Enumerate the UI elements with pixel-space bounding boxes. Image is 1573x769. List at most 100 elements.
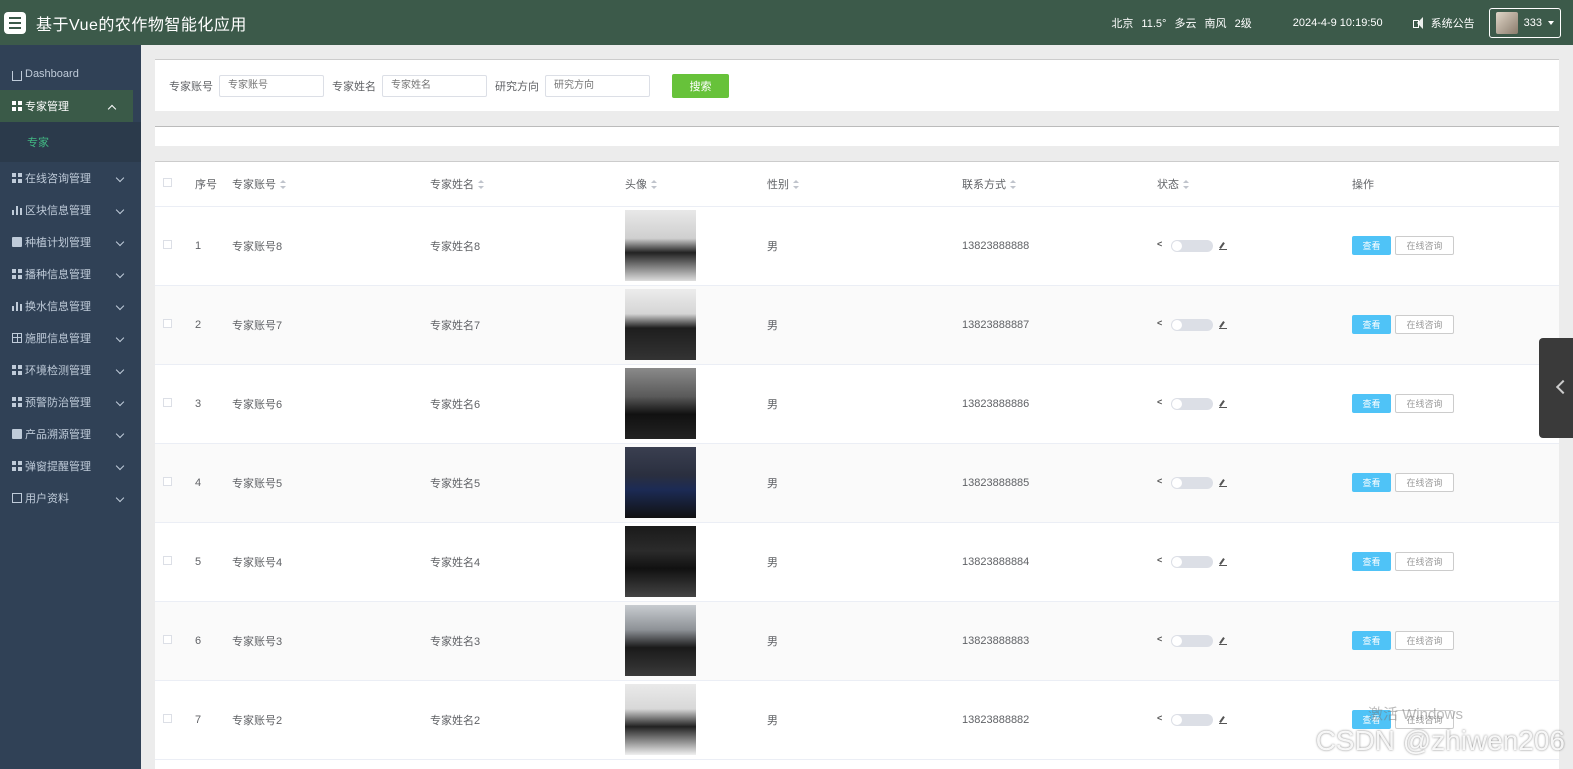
table-row: 5 专家账号4 专家姓名4 男 13823888884 查看在线咨询 bbox=[155, 522, 1559, 602]
search-panel: 专家账号 专家姓名 研究方向 搜索 bbox=[155, 59, 1559, 111]
consult-button[interactable]: 在线咨询 bbox=[1395, 394, 1454, 413]
row-checkbox[interactable] bbox=[163, 634, 172, 644]
status-cell bbox=[1157, 634, 1352, 647]
name-input[interactable] bbox=[382, 74, 487, 97]
sidebar-item-label: 弹窗提醒管理 bbox=[25, 461, 91, 473]
home-icon bbox=[12, 70, 22, 81]
row-checkbox[interactable] bbox=[163, 397, 172, 407]
table-header-row: 序号 专家账号 专家姓名 头像 性别 联系方式 状态 操作 bbox=[155, 162, 1559, 207]
consult-button[interactable]: 在线咨询 bbox=[1395, 236, 1454, 255]
row-checkbox[interactable] bbox=[163, 239, 172, 249]
col-avatar[interactable]: 头像 bbox=[625, 162, 767, 207]
row-index: 7 bbox=[195, 680, 232, 760]
view-button[interactable]: 查看 bbox=[1352, 315, 1391, 334]
col-phone[interactable]: 联系方式 bbox=[962, 162, 1157, 207]
expert-photo[interactable] bbox=[625, 289, 696, 360]
row-gender: 男 bbox=[767, 443, 962, 523]
row-account: 专家账号8 bbox=[232, 206, 430, 286]
sidebar-item-sowing[interactable]: 播种信息管理 bbox=[0, 258, 141, 290]
row-phone: 13823888886 bbox=[962, 364, 1157, 444]
col-account[interactable]: 专家账号 bbox=[232, 162, 430, 207]
edit-icon bbox=[1219, 637, 1227, 645]
view-button[interactable]: 查看 bbox=[1352, 631, 1391, 650]
grid-icon bbox=[12, 461, 22, 471]
sidebar-item-label: 在线咨询管理 bbox=[25, 173, 91, 185]
sort-icon[interactable] bbox=[793, 180, 799, 190]
row-checkbox[interactable] bbox=[163, 476, 172, 486]
consult-button[interactable]: 在线咨询 bbox=[1395, 552, 1454, 571]
status-switch[interactable] bbox=[1171, 476, 1213, 489]
sort-icon[interactable] bbox=[478, 180, 484, 190]
chevron-down-icon bbox=[115, 365, 125, 375]
expert-photo[interactable] bbox=[625, 605, 696, 676]
sidebar-item-dashboard[interactable]: Dashboard bbox=[0, 58, 141, 90]
status-switch[interactable] bbox=[1171, 318, 1213, 331]
search-button[interactable]: 搜索 bbox=[672, 73, 729, 98]
consult-button[interactable]: 在线咨询 bbox=[1395, 315, 1454, 334]
weather-temp: 11.5° bbox=[1141, 17, 1167, 30]
sidebar-item-popup[interactable]: 弹窗提醒管理 bbox=[0, 450, 141, 482]
col-phone-label: 联系方式 bbox=[962, 178, 1006, 191]
view-button[interactable]: 查看 bbox=[1352, 552, 1391, 571]
chevron-down-icon bbox=[115, 461, 125, 471]
weather-wind: 南风 bbox=[1204, 17, 1227, 30]
direction-input[interactable] bbox=[545, 74, 650, 97]
select-all-checkbox[interactable] bbox=[163, 177, 172, 187]
view-button[interactable]: 查看 bbox=[1352, 236, 1391, 255]
sort-icon[interactable] bbox=[651, 180, 657, 190]
sidebar-item-warning[interactable]: 预警防治管理 bbox=[0, 386, 141, 418]
consult-button[interactable]: 在线咨询 bbox=[1395, 631, 1454, 650]
status-switch[interactable] bbox=[1171, 555, 1213, 568]
status-switch[interactable] bbox=[1171, 397, 1213, 410]
row-checkbox[interactable] bbox=[163, 555, 172, 565]
view-button[interactable]: 查看 bbox=[1352, 394, 1391, 413]
sort-icon[interactable] bbox=[280, 180, 286, 190]
sidebar-item-profile[interactable]: 用户资料 bbox=[0, 482, 141, 514]
side-drawer-toggle[interactable] bbox=[1539, 338, 1573, 438]
expert-photo[interactable] bbox=[625, 368, 696, 439]
status-switch[interactable] bbox=[1171, 634, 1213, 647]
sidebar-item-expert[interactable]: 专家管理 bbox=[0, 90, 133, 122]
consult-button[interactable]: 在线咨询 bbox=[1395, 473, 1454, 492]
user-menu[interactable]: 333 bbox=[1488, 7, 1561, 38]
sidebar-item-trace[interactable]: 产品溯源管理 bbox=[0, 418, 141, 450]
row-account: 专家账号5 bbox=[232, 443, 430, 523]
sort-icon[interactable] bbox=[1010, 180, 1016, 190]
col-status[interactable]: 状态 bbox=[1157, 162, 1352, 207]
menu-toggle-icon[interactable] bbox=[4, 11, 26, 34]
row-checkbox[interactable] bbox=[163, 713, 172, 723]
name-label: 专家姓名 bbox=[332, 80, 376, 93]
col-gender[interactable]: 性别 bbox=[767, 162, 962, 207]
grid-icon bbox=[12, 365, 22, 375]
status-switch[interactable] bbox=[1171, 239, 1213, 252]
weather-condition: 多云 bbox=[1174, 17, 1197, 30]
sidebar-item-fertilize[interactable]: 施肥信息管理 bbox=[0, 322, 141, 354]
sidebar-subitem-expert[interactable]: 专家 bbox=[0, 122, 141, 162]
row-name: 专家姓名4 bbox=[430, 522, 625, 602]
expert-photo[interactable] bbox=[625, 447, 696, 518]
app-title: 基于Vue的农作物智能化应用 bbox=[36, 16, 247, 34]
notice-button[interactable]: 系统公告 bbox=[1412, 15, 1475, 31]
sidebar-item-plan[interactable]: 种植计划管理 bbox=[0, 226, 141, 258]
csdn-watermark: CSDN @zhiwen206 bbox=[1315, 725, 1565, 756]
sidebar-item-block[interactable]: 区块信息管理 bbox=[0, 194, 141, 226]
row-phone: 13823888888 bbox=[962, 206, 1157, 286]
status-switch[interactable] bbox=[1171, 713, 1213, 726]
expert-photo[interactable] bbox=[625, 210, 696, 281]
chevron-down-icon bbox=[115, 237, 125, 247]
sort-icon[interactable] bbox=[1183, 180, 1189, 190]
chevron-down-icon bbox=[115, 333, 125, 343]
row-checkbox[interactable] bbox=[163, 318, 172, 328]
row-account: 专家账号4 bbox=[232, 522, 430, 602]
sidebar-item-consult[interactable]: 在线咨询管理 bbox=[0, 162, 141, 194]
sidebar-item-env[interactable]: 环境检测管理 bbox=[0, 354, 141, 386]
col-name[interactable]: 专家姓名 bbox=[430, 162, 625, 207]
row-name: 专家姓名2 bbox=[430, 680, 625, 760]
sidebar-item-water[interactable]: 换水信息管理 bbox=[0, 290, 141, 322]
account-input[interactable] bbox=[219, 74, 324, 97]
chat-icon bbox=[12, 237, 22, 247]
sidebar-item-label: 产品溯源管理 bbox=[25, 429, 91, 441]
expert-photo[interactable] bbox=[625, 684, 696, 755]
view-button[interactable]: 查看 bbox=[1352, 473, 1391, 492]
expert-photo[interactable] bbox=[625, 526, 696, 597]
